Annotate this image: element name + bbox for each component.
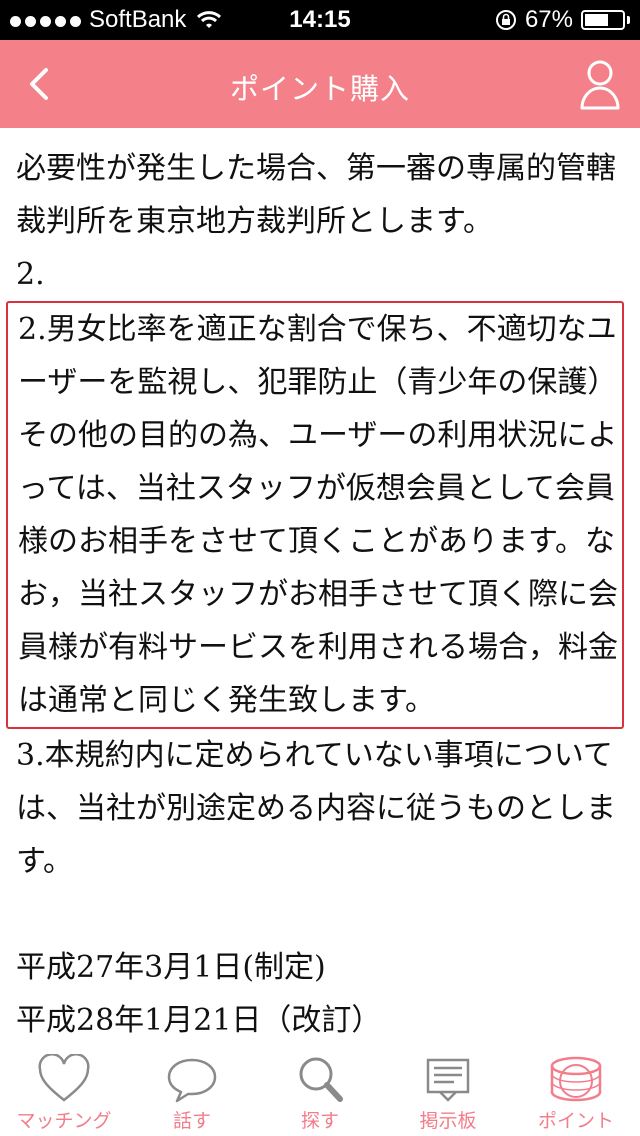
page-title: ポイント購入	[229, 72, 410, 106]
search-icon	[299, 1057, 343, 1102]
terms-paragraph: 2.	[16, 257, 45, 292]
status-right: 67%	[495, 6, 630, 34]
user-icon[interactable]	[578, 58, 622, 112]
tab-label: マッチング	[16, 1110, 112, 1132]
battery-tip	[627, 16, 630, 24]
heart-icon	[38, 1054, 90, 1102]
coin-icon	[550, 1056, 602, 1102]
highlighted-paragraph: 2.男女比率を適正な割合で保ち、不適切なユーザーを監視し、犯罪防止（青少年の保護…	[18, 312, 618, 400]
chat-bubble-icon	[167, 1058, 217, 1103]
navigation-bar: ポイント購入	[0, 40, 640, 128]
highlighted-paragraph: その他の目的の為、ユーザーの利用状況によっては、当社スタッフが仮想会員として会員…	[18, 418, 618, 718]
tab-talk[interactable]: 話す	[128, 1046, 256, 1136]
bulletin-board-icon	[426, 1058, 470, 1102]
tab-matching[interactable]: マッチング	[0, 1046, 128, 1136]
status-bar: SoftBank 14:15 67%	[0, 0, 640, 40]
tab-points[interactable]: ポイント	[512, 1046, 640, 1136]
battery-icon	[581, 10, 625, 30]
terms-paragraph: 必要性が発生した場合、第一審の専属的管轄裁判所を東京地方裁判所とします。	[16, 151, 616, 239]
highlighted-clause: 2.男女比率を適正な割合で保ち、不適切なユーザーを監視し、犯罪防止（青少年の保護…	[6, 301, 624, 729]
tab-label: 探す	[300, 1110, 339, 1132]
tab-bulletin-board[interactable]: 掲示板	[384, 1046, 512, 1136]
terms-paragraph: 3.本規約内に定められていない事項については、当社が別途定める内容に従うものとし…	[16, 738, 616, 879]
enactment-date: 平成27年3月1日(制定)	[16, 950, 326, 985]
tab-label: ポイント	[537, 1110, 614, 1132]
battery-percentage: 67%	[524, 6, 573, 33]
tab-label: 掲示板	[419, 1110, 477, 1132]
terms-content: 必要性が発生した場合、第一審の専属的管轄裁判所を東京地方裁判所とします。 2. …	[6, 142, 628, 1047]
tab-search[interactable]: 探す	[256, 1046, 384, 1136]
revision-date: 平成28年1月21日（改訂）	[16, 1003, 382, 1038]
rotation-lock-icon	[495, 10, 516, 30]
tab-label: 話す	[172, 1110, 211, 1132]
tab-bar: マッチング 話す 探す 掲示板 ポイント	[0, 1046, 640, 1136]
